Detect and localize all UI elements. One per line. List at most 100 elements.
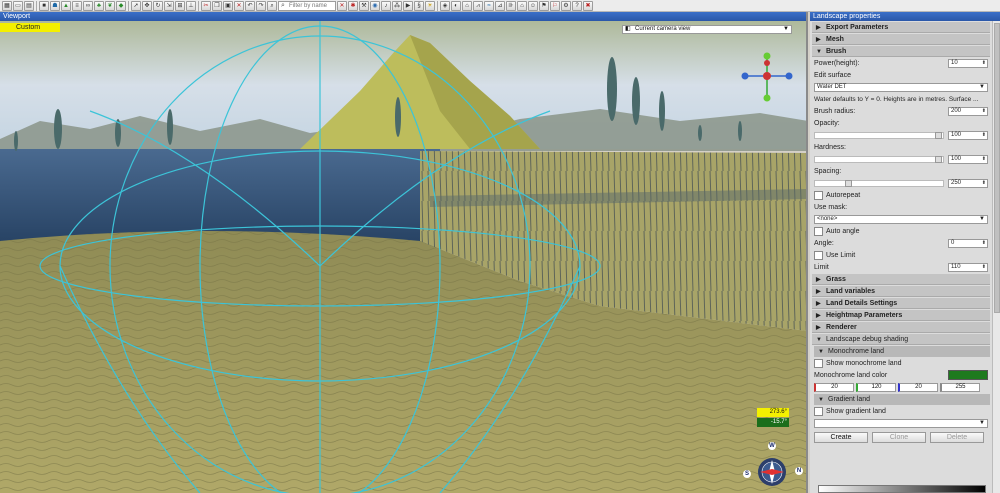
- gradient-preview-bar[interactable]: [818, 485, 986, 493]
- toolbar-separator: [198, 0, 199, 11]
- paste-icon[interactable]: ▣: [223, 0, 233, 11]
- camera-icon: ◧: [625, 26, 631, 32]
- subsection-gradient-land[interactable]: ▼ Gradient land: [814, 394, 990, 405]
- save-icon[interactable]: ■: [39, 0, 49, 11]
- delete-button[interactable]: Delete: [930, 432, 984, 443]
- red-channel-input[interactable]: 20: [814, 383, 854, 392]
- section-grass[interactable]: ▶ Grass: [812, 274, 990, 285]
- spacing-input[interactable]: 250 ⬍: [948, 179, 988, 188]
- limit-input[interactable]: 110 ⬍: [948, 263, 988, 272]
- opacity-slider-knob[interactable]: [935, 132, 942, 139]
- hardness-slider-knob[interactable]: [935, 156, 942, 163]
- help-icon[interactable]: ?: [572, 0, 582, 11]
- opacity-input[interactable]: 100 ⬍: [948, 131, 988, 140]
- spacing-slider-knob[interactable]: [845, 180, 852, 187]
- wrench-icon[interactable]: ⚒: [359, 0, 369, 11]
- autorepeat-checkbox[interactable]: [814, 191, 823, 200]
- show-monochrome-label: Show monochrome land: [826, 360, 902, 367]
- blue-channel-input[interactable]: 20: [898, 383, 938, 392]
- delete-icon[interactable]: ✕: [234, 0, 244, 11]
- axis-icon[interactable]: ⊥: [186, 0, 196, 11]
- shield-icon[interactable]: ◆: [116, 0, 126, 11]
- search-icon[interactable]: ⌕: [267, 0, 277, 11]
- create-button[interactable]: Create: [814, 432, 868, 443]
- sound-icon[interactable]: ♪: [381, 0, 391, 11]
- section-mesh[interactable]: ▶ Mesh: [812, 34, 990, 45]
- subsection-monochrome-land[interactable]: ▼ Monochrome land: [814, 346, 990, 357]
- material-icon[interactable]: ◐: [451, 0, 461, 11]
- terrain-tool-icon[interactable]: ⩘: [473, 0, 483, 11]
- power-input[interactable]: 10 ⬍: [948, 59, 988, 68]
- section-landscape-debug-shading[interactable]: ▼ Landscape debug shading: [812, 334, 990, 345]
- settings-icon[interactable]: ⚙: [561, 0, 571, 11]
- hardness-input[interactable]: 100 ⬍: [948, 155, 988, 164]
- camera-mode-tag[interactable]: Custom: [0, 23, 60, 32]
- edit-surface-select[interactable]: Water DET ▼: [814, 83, 988, 92]
- trigger-icon[interactable]: ⚑: [539, 0, 549, 11]
- brush-radius-input[interactable]: 200 ⬍: [948, 107, 988, 116]
- use-mask-select[interactable]: <none> ▼: [814, 215, 988, 224]
- section-land-variables[interactable]: ▶ Land variables: [812, 286, 990, 297]
- rotate-icon[interactable]: ↻: [153, 0, 163, 11]
- camera-icon[interactable]: ⌂: [462, 0, 472, 11]
- spacing-slider[interactable]: [814, 180, 944, 187]
- properties-scrollbar[interactable]: [992, 21, 1000, 493]
- bug-icon[interactable]: ✱: [348, 0, 358, 11]
- physics-icon[interactable]: ◉: [370, 0, 380, 11]
- marker-icon[interactable]: ⚐: [550, 0, 560, 11]
- cut-icon[interactable]: ✂: [201, 0, 211, 11]
- water-icon[interactable]: ≈: [484, 0, 494, 11]
- show-gradient-checkbox[interactable]: [814, 407, 823, 416]
- layers-icon[interactable]: ≡: [72, 0, 82, 11]
- copy-icon[interactable]: ❐: [212, 0, 222, 11]
- show-monochrome-checkbox[interactable]: [814, 359, 823, 368]
- opacity-slider[interactable]: [814, 132, 944, 139]
- leaf-icon[interactable]: ❦: [105, 0, 115, 11]
- tree-icon[interactable]: ♣: [94, 0, 104, 11]
- filter-clear-icon[interactable]: ✕: [337, 0, 347, 11]
- hardness-slider[interactable]: [814, 156, 944, 163]
- landscape-icon[interactable]: ▲: [61, 0, 71, 11]
- pointer-icon[interactable]: ➚: [131, 0, 141, 11]
- camera-view-select[interactable]: ◧ Current camera view ▼: [622, 25, 792, 34]
- scale-icon[interactable]: ⇲: [164, 0, 174, 11]
- ai-icon[interactable]: ☺: [528, 0, 538, 11]
- section-renderer[interactable]: ▶ Renderer: [812, 322, 990, 333]
- light-icon[interactable]: ☀: [425, 0, 435, 11]
- monochrome-color-swatch[interactable]: [948, 370, 988, 380]
- gradient-select[interactable]: ▼: [814, 419, 988, 428]
- use-limit-checkbox[interactable]: [814, 251, 823, 260]
- power-label: Power(height):: [814, 60, 860, 67]
- redo-icon[interactable]: ↷: [256, 0, 266, 11]
- section-land-details-settings[interactable]: ▶ Land Details Settings: [812, 298, 990, 309]
- person-icon[interactable]: ☗: [50, 0, 60, 11]
- section-export-parameters[interactable]: ▶ Export Parameters: [812, 22, 990, 33]
- compass[interactable]: [758, 458, 786, 486]
- undo-icon[interactable]: ↶: [245, 0, 255, 11]
- window-icon[interactable]: ▭: [13, 0, 23, 11]
- animation-icon[interactable]: ▶: [403, 0, 413, 11]
- section-brush[interactable]: ▼ Brush: [812, 46, 990, 57]
- scene-view[interactable]: [0, 21, 808, 493]
- snap-icon[interactable]: ⊞: [175, 0, 185, 11]
- fence-icon[interactable]: ⊪: [506, 0, 516, 11]
- move-icon[interactable]: ✥: [142, 0, 152, 11]
- clone-button[interactable]: Clone: [872, 432, 926, 443]
- road-icon[interactable]: ⊿: [495, 0, 505, 11]
- close-icon[interactable]: ✖: [583, 0, 593, 11]
- auto-angle-checkbox[interactable]: [814, 227, 823, 236]
- angle-input[interactable]: 0 ⬍: [948, 239, 988, 248]
- grid-icon[interactable]: ▤: [24, 0, 34, 11]
- link-icon[interactable]: ∞: [83, 0, 93, 11]
- scrollbar-thumb[interactable]: [994, 23, 1000, 313]
- particles-icon[interactable]: ⁂: [392, 0, 402, 11]
- select-icon[interactable]: ▦: [2, 0, 12, 11]
- building-icon[interactable]: ⌂: [517, 0, 527, 11]
- filter-input[interactable]: ⌕ Filter by name: [278, 0, 336, 11]
- power-row: Power(height): 10 ⬍: [814, 58, 988, 69]
- alpha-channel-input[interactable]: 255: [940, 383, 980, 392]
- green-channel-input[interactable]: 120: [856, 383, 896, 392]
- mesh-icon[interactable]: ◈: [440, 0, 450, 11]
- script-icon[interactable]: §: [414, 0, 424, 11]
- section-heightmap-parameters[interactable]: ▶ Heightmap Parameters: [812, 310, 990, 321]
